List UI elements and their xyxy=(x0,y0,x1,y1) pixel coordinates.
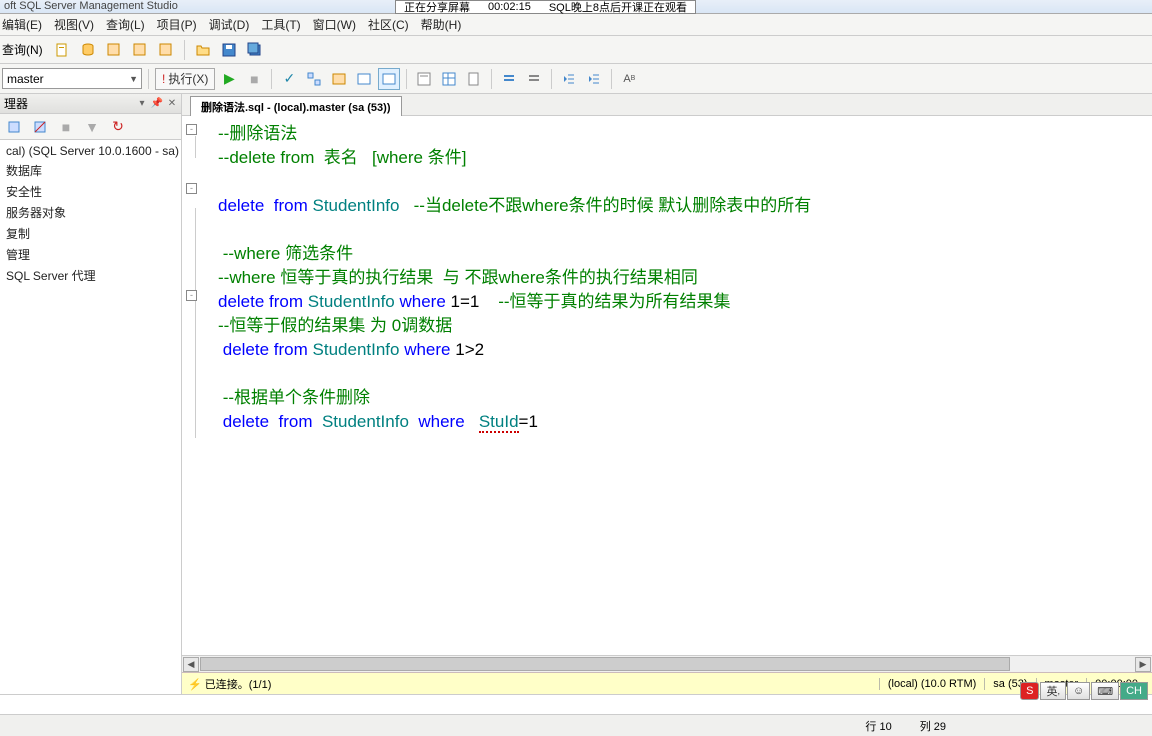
tree-node[interactable]: SQL Server 代理 xyxy=(0,265,181,286)
tab-title: 删除语法.sql - (local).master (sa (53)) xyxy=(201,99,391,115)
connection-status: 已连接。(1/1) xyxy=(205,679,272,691)
scrollbar-thumb[interactable] xyxy=(200,657,1010,671)
comment-icon[interactable] xyxy=(498,68,520,90)
menu-debug[interactable]: 调试(D) xyxy=(209,16,250,33)
menu-edit[interactable]: 编辑(E) xyxy=(2,16,42,33)
execute-label: 执行(X) xyxy=(168,70,208,87)
separator xyxy=(406,69,407,89)
separator xyxy=(271,69,272,89)
refresh-icon[interactable]: ↻ xyxy=(108,117,128,137)
share-notice: SQL晚上8点后开课正在观看 xyxy=(549,0,687,15)
menu-window[interactable]: 窗口(W) xyxy=(313,16,356,33)
ime-ch[interactable]: CH xyxy=(1120,682,1148,700)
close-icon[interactable]: ✕ xyxy=(165,97,179,111)
window-status-bar: 行 10 列 29 xyxy=(0,714,1152,736)
tree-node[interactable]: 数据库 xyxy=(0,160,181,181)
connection-status-bar: ⚡ 已连接。(1/1) (local) (10.0 RTM) sa (53) m… xyxy=(182,672,1152,694)
new-query-label[interactable]: 查询(N) xyxy=(2,41,47,58)
stop-icon[interactable]: ■ xyxy=(243,68,265,90)
indent-icon[interactable] xyxy=(583,68,605,90)
app-title: oft SQL Server Management Studio xyxy=(4,0,178,13)
menu-community[interactable]: 社区(C) xyxy=(368,16,409,33)
outdent-icon[interactable] xyxy=(558,68,580,90)
intellisense-icon[interactable] xyxy=(353,68,375,90)
plug-icon: ⚡ xyxy=(188,679,202,691)
stop-icon-small[interactable]: ■ xyxy=(56,117,76,137)
screen-share-bar: 正在分享屏幕 00:02:15 SQL晚上8点后开课正在观看 xyxy=(395,0,696,14)
ime-lang[interactable]: 英 , xyxy=(1040,682,1066,700)
ime-keyboard-icon[interactable]: ⌨ xyxy=(1091,682,1119,700)
share-label: 正在分享屏幕 xyxy=(404,0,470,15)
separator xyxy=(551,69,552,89)
parse-icon[interactable]: ✓ xyxy=(278,68,300,90)
save-all-icon[interactable] xyxy=(244,39,266,61)
debug-play-icon[interactable]: ▶ xyxy=(218,68,240,90)
menu-help[interactable]: 帮助(H) xyxy=(421,16,462,33)
horizontal-scrollbar[interactable]: ◀ ▶ xyxy=(182,655,1152,672)
dmx-query-icon[interactable] xyxy=(155,39,177,61)
analysis-query-icon[interactable] xyxy=(103,39,125,61)
document-tab[interactable]: 删除语法.sql - (local).master (sa (53)) xyxy=(190,96,402,116)
new-query-icon[interactable] xyxy=(51,39,73,61)
separator xyxy=(611,69,612,89)
database-combo[interactable]: master ▼ xyxy=(2,68,142,89)
mdx-query-icon[interactable] xyxy=(129,39,151,61)
menu-bar: 编辑(E) 视图(V) 查询(L) 项目(P) 调试(D) 工具(T) 窗口(W… xyxy=(0,14,1152,36)
object-explorer-toolbar: ■ ▼ ↻ xyxy=(0,114,181,140)
blank-area xyxy=(0,694,1152,714)
dropdown-icon[interactable]: ▾ xyxy=(135,97,149,111)
share-time: 00:02:15 xyxy=(488,1,531,13)
separator xyxy=(184,40,185,60)
sql-editor-toolbar: master ▼ !执行(X) ▶ ■ ✓ AB xyxy=(0,64,1152,94)
standard-toolbar: 查询(N) xyxy=(0,36,1152,64)
disconnect-icon[interactable] xyxy=(30,117,50,137)
server-node[interactable]: cal) (SQL Server 10.0.1600 - sa) xyxy=(0,142,181,160)
open-file-icon[interactable] xyxy=(192,39,214,61)
tree-node[interactable]: 服务器对象 xyxy=(0,202,181,223)
menu-view[interactable]: 视图(V) xyxy=(54,16,94,33)
fold-icon[interactable]: - xyxy=(186,290,197,301)
document-tabs: 删除语法.sql - (local).master (sa (53)) xyxy=(182,94,1152,116)
separator xyxy=(148,69,149,89)
chevron-down-icon: ▼ xyxy=(129,74,141,84)
database-combo-value: master xyxy=(7,72,44,86)
tree-node[interactable]: 安全性 xyxy=(0,181,181,202)
execute-button[interactable]: !执行(X) xyxy=(155,68,215,90)
menu-tools[interactable]: 工具(T) xyxy=(261,16,300,33)
display-plan-icon[interactable] xyxy=(303,68,325,90)
tree-node[interactable]: 复制 xyxy=(0,223,181,244)
uncomment-icon[interactable] xyxy=(523,68,545,90)
results-file-icon[interactable] xyxy=(463,68,485,90)
ime-sogou-icon[interactable]: S xyxy=(1020,682,1039,700)
scroll-right-icon[interactable]: ▶ xyxy=(1135,657,1151,672)
status-server: (local) (10.0 RTM) xyxy=(879,678,984,690)
object-explorer-title: 理器 xyxy=(4,95,28,112)
fold-icon[interactable]: - xyxy=(186,124,197,135)
tree-node[interactable]: 管理 xyxy=(0,244,181,265)
db-engine-query-icon[interactable] xyxy=(77,39,99,61)
results-text-icon[interactable] xyxy=(413,68,435,90)
object-explorer-header: 理器 ▾ 📌 ✕ xyxy=(0,94,181,114)
filter-icon[interactable]: ▼ xyxy=(82,117,102,137)
query-options-icon[interactable] xyxy=(328,68,350,90)
object-explorer: 理器 ▾ 📌 ✕ ■ ▼ ↻ cal) (SQL Server 10.0.160… xyxy=(0,94,182,694)
pin-icon[interactable]: 📌 xyxy=(150,97,164,111)
connect-icon[interactable] xyxy=(4,117,24,137)
menu-project[interactable]: 项目(P) xyxy=(157,16,197,33)
menu-query[interactable]: 查询(L) xyxy=(106,16,145,33)
scroll-left-icon[interactable]: ◀ xyxy=(183,657,199,672)
save-icon[interactable] xyxy=(218,39,240,61)
editor-pane: 删除语法.sql - (local).master (sa (53)) - - … xyxy=(182,94,1152,694)
specify-values-icon[interactable]: AB xyxy=(618,68,640,90)
code-editor[interactable]: - - - --删除语法 --delete from 表名 [where 条件]… xyxy=(182,116,1152,655)
fold-icon[interactable]: - xyxy=(186,183,197,194)
object-explorer-tree[interactable]: cal) (SQL Server 10.0.1600 - sa) 数据库 安全性… xyxy=(0,140,181,694)
separator xyxy=(491,69,492,89)
results-grid-icon[interactable] xyxy=(438,68,460,90)
ime-bar: S 英 , ☺ ⌨ CH xyxy=(1020,682,1148,700)
ime-emoji-icon[interactable]: ☺ xyxy=(1067,682,1090,700)
include-plan-icon[interactable] xyxy=(378,68,400,90)
